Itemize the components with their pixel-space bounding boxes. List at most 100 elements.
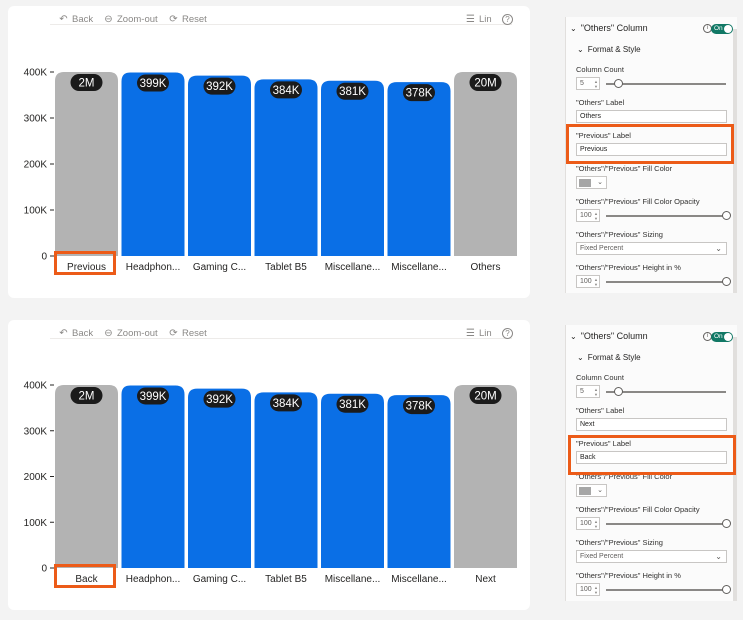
toggle-knob (724, 25, 732, 33)
data-label: 20M (474, 78, 496, 90)
bar (121, 385, 185, 568)
column-count-value: 5 (580, 388, 584, 395)
column-count-input[interactable]: 5 ▲ ▼ (576, 77, 600, 90)
data-label: 392K (206, 81, 233, 93)
bar (254, 392, 318, 568)
sizing-select[interactable]: Fixed Percent ⌄ (576, 242, 727, 255)
fill-opacity-slider[interactable] (606, 215, 726, 217)
spinner-arrows-icon[interactable]: ▲ ▼ (594, 277, 598, 287)
column-count-slider-knob[interactable] (614, 387, 623, 396)
others-label-value: Others (580, 113, 602, 120)
height-slider-knob[interactable] (722, 277, 731, 286)
fill-opacity-input[interactable]: 100 ▲ ▼ (576, 209, 600, 222)
bar (55, 72, 118, 256)
chevron-down-icon: ⌄ (715, 244, 722, 253)
chevron-down-icon: ⌄ (597, 179, 603, 186)
others-column-toggle[interactable]: On (711, 332, 733, 342)
category-label: Gaming C... (193, 574, 246, 585)
fill-color-label: "Others"/"Previous" Fill Color (576, 164, 673, 173)
fill-opacity-label: "Others"/"Previous" Fill Color Opacity (576, 505, 700, 514)
data-label: 384K (273, 398, 300, 410)
category-label: Miscellane... (391, 574, 447, 585)
category-label: Miscellane... (325, 262, 381, 273)
bar (321, 80, 384, 257)
fill-opacity-value: 100 (580, 520, 592, 527)
others-label-input[interactable]: Others (576, 110, 727, 123)
others-column-toggle[interactable]: On (711, 24, 733, 34)
previous-label-input[interactable]: Previous (576, 143, 727, 156)
y-tick-label: 100K (24, 206, 48, 217)
format-style-section[interactable]: ⌄ Format & Style (577, 45, 641, 54)
height-input[interactable]: 100 ▲ ▼ (576, 583, 600, 596)
y-tick-label: 400K (24, 381, 48, 392)
height-value: 100 (580, 586, 592, 593)
bar (188, 75, 251, 257)
sizing-value: Fixed Percent (580, 245, 624, 252)
category-label: Tablet B5 (265, 574, 307, 585)
category-label: Headphon... (126, 574, 181, 585)
color-swatch (579, 487, 591, 495)
bar (454, 72, 517, 256)
height-label: "Others"/"Previous" Height in % (576, 571, 681, 580)
sizing-label: "Others"/"Previous" Sizing (576, 230, 663, 239)
spinner-arrows-icon[interactable]: ▲ ▼ (594, 519, 598, 529)
fill-opacity-slider-knob[interactable] (722, 211, 731, 220)
data-label: 399K (140, 78, 167, 90)
bar-chart-bottom: 0 100K 200K 300K 400K 2M Back 399K Headphon... 39… (24, 381, 517, 585)
chevron-down-icon: ⌄ (577, 353, 584, 362)
y-tick-label: 300K (24, 426, 48, 437)
spinner-arrows-icon[interactable]: ▲ ▼ (594, 585, 598, 595)
bar (387, 395, 451, 568)
chart-card-bottom: ↶ Back ⊖ Zoom-out ⟳ Reset ☰ Lin ? 0 100K 2… (8, 320, 530, 610)
bar (454, 385, 517, 568)
chevron-down-icon: ⌄ (597, 487, 603, 494)
others-label-label: "Others" Label (576, 406, 625, 415)
column-count-value: 5 (580, 80, 584, 87)
others-column-header[interactable]: ⌄ "Others" Column (570, 23, 648, 33)
spinner-arrows-icon[interactable]: ▲ ▼ (594, 79, 598, 89)
chart-card-top: ↶ Back ⊖ Zoom-out ⟳ Reset ☰ Lin ? 0 100K 2… (8, 6, 530, 298)
others-column-header[interactable]: ⌄ "Others" Column (570, 331, 648, 341)
others-label-input[interactable]: Next (576, 418, 727, 431)
previous-label-input[interactable]: Back (576, 451, 727, 464)
spinner-arrows-icon[interactable]: ▲ ▼ (594, 387, 598, 397)
previous-label-label: "Previous" Label (576, 439, 631, 448)
fill-opacity-label: "Others"/"Previous" Fill Color Opacity (576, 197, 700, 206)
height-slider-knob[interactable] (722, 585, 731, 594)
column-count-slider[interactable] (606, 83, 726, 85)
panel-scrollbar[interactable] (733, 29, 737, 293)
panel-title: "Others" Column (580, 331, 648, 341)
format-style-section[interactable]: ⌄ Format & Style (577, 353, 641, 362)
panel-title: "Others" Column (580, 23, 648, 33)
previous-label-label: "Previous" Label (576, 131, 631, 140)
column-count-input[interactable]: 5 ▲ ▼ (576, 385, 600, 398)
fill-opacity-input[interactable]: 100 ▲ ▼ (576, 517, 600, 530)
fill-color-picker[interactable]: ⌄ (576, 176, 607, 189)
column-count-slider-knob[interactable] (614, 79, 623, 88)
sizing-value: Fixed Percent (580, 553, 624, 560)
y-tick-label: 300K (24, 114, 48, 125)
data-label: 378K (406, 88, 433, 100)
chevron-down-icon: ⌄ (715, 552, 722, 561)
spinner-arrows-icon[interactable]: ▲ ▼ (594, 211, 598, 221)
panel-scrollbar[interactable] (733, 337, 737, 601)
toggle-label: On (714, 333, 723, 340)
section-title: Format & Style (587, 45, 641, 54)
height-slider[interactable] (606, 281, 726, 283)
y-tick-label: 200K (24, 160, 48, 171)
fill-color-picker[interactable]: ⌄ (576, 484, 607, 497)
fill-opacity-slider-knob[interactable] (722, 519, 731, 528)
sizing-select[interactable]: Fixed Percent ⌄ (576, 550, 727, 563)
chevron-down-icon: ⌄ (577, 45, 584, 54)
fill-opacity-slider[interactable] (606, 523, 726, 525)
y-tick-label: 400K (24, 68, 48, 79)
column-count-slider[interactable] (606, 391, 726, 393)
height-input[interactable]: 100 ▲ ▼ (576, 275, 600, 288)
category-label: Previous (67, 262, 106, 273)
height-slider[interactable] (606, 589, 726, 591)
fill-opacity-value: 100 (580, 212, 592, 219)
data-label: 392K (206, 394, 233, 406)
data-label: 384K (273, 85, 300, 97)
height-value: 100 (580, 278, 592, 285)
category-label: Back (75, 574, 98, 585)
